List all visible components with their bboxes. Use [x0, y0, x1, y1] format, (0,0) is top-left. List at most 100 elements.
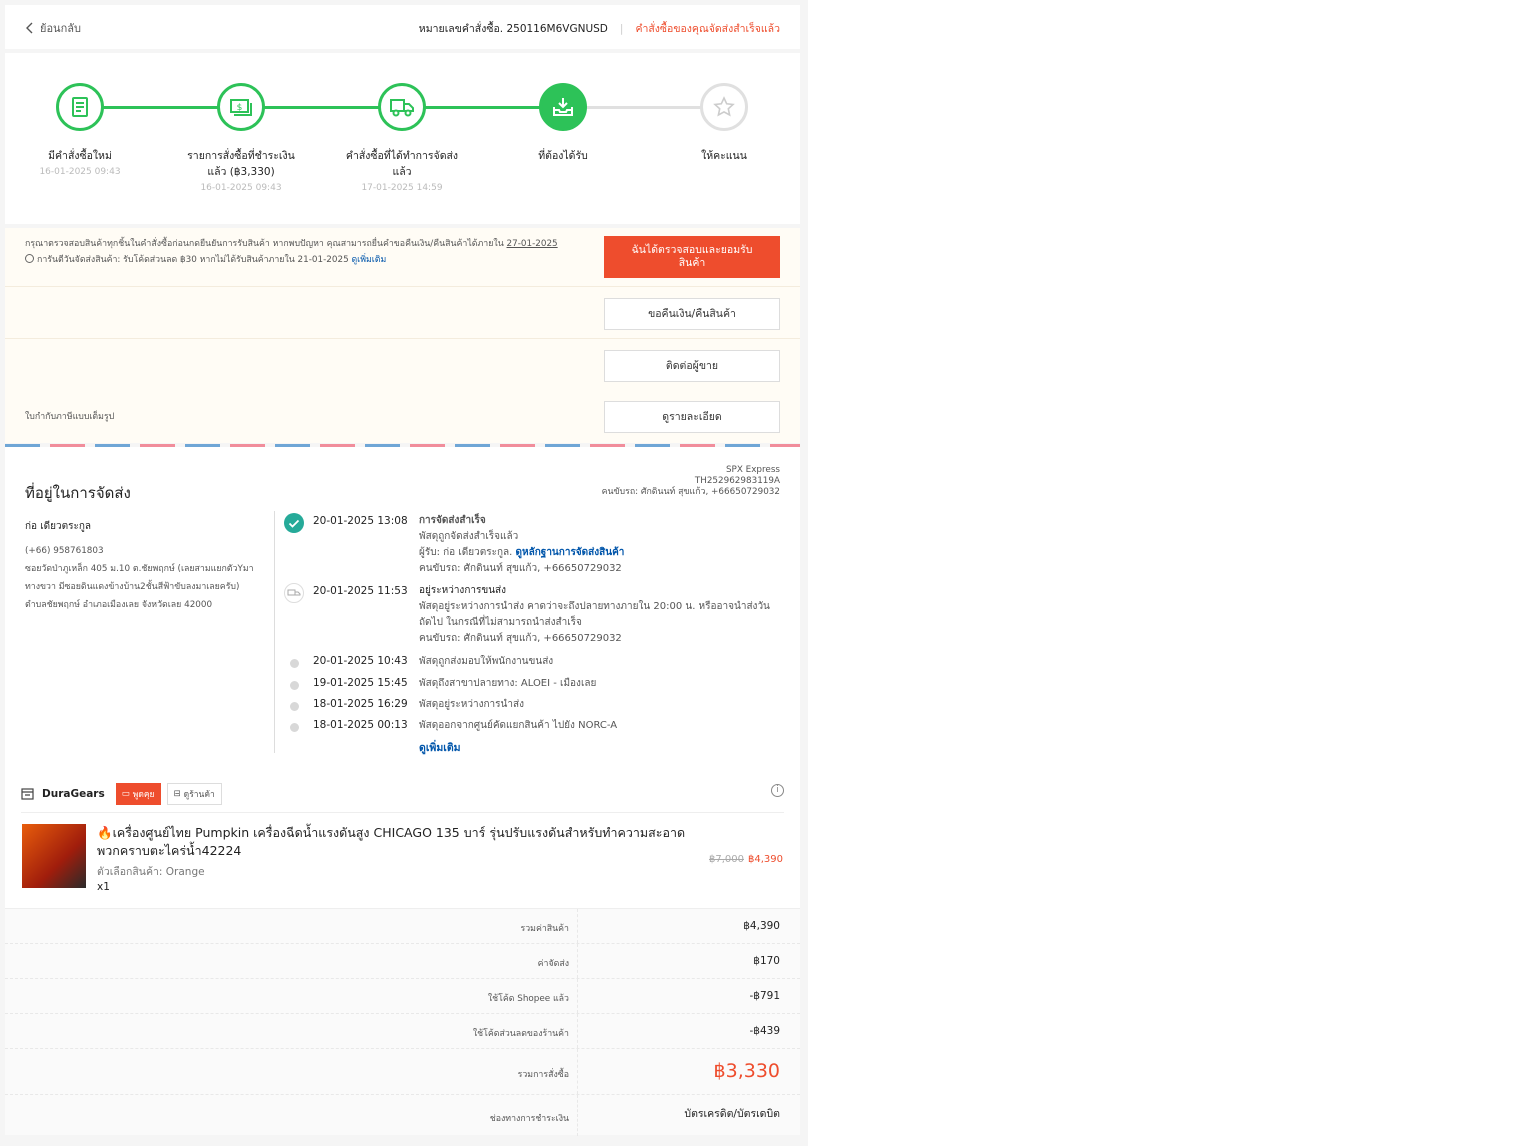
- step-order-placed: มีคำสั่งซื้อใหม่ 16-01-2025 09:43: [20, 83, 140, 180]
- shipping-title: ที่อยู่ในการจัดส่ง: [25, 484, 131, 502]
- event-time: 19-01-2025 15:45: [313, 677, 408, 689]
- chevron-left-icon: [26, 22, 33, 34]
- summary-value: ฿170: [753, 955, 780, 967]
- money-icon: $: [217, 83, 265, 131]
- delivery-guarantee-text: การันตีวันจัดส่งสินค้า: รับโค้ดส่วนลด ฿3…: [37, 255, 349, 265]
- order-status: คำสั่งซื้อของคุณจัดส่งสำเร็จแล้ว: [635, 23, 780, 35]
- shipping-section: ที่อยู่ในการจัดส่ง SPX Express TH2529629…: [5, 447, 800, 772]
- event-time: 20-01-2025 10:43: [313, 655, 408, 667]
- store-icon: [21, 788, 34, 800]
- step-label: ที่ต้องได้รับ: [538, 150, 588, 162]
- carrier-info: SPX Express TH252962983119A คนขับรถ: ศัก…: [602, 465, 780, 498]
- event-time: 20-01-2025 13:08: [313, 515, 408, 527]
- order-number: หมายเลขคำสั่งซื้อ. 250116M6VGNUSD: [418, 23, 608, 35]
- summary-row: รวมค่าสินค้า ฿4,390: [5, 909, 800, 944]
- timeline-dot: [290, 659, 299, 668]
- summary-row: ค่าจัดส่ง ฿170: [5, 944, 800, 979]
- tracking-number: TH252962983119A: [694, 476, 780, 486]
- separator: |: [619, 22, 624, 35]
- order-progress-stepper: มีคำสั่งซื้อใหม่ 16-01-2025 09:43 $ รายก…: [5, 53, 800, 224]
- timeline-dot: [290, 723, 299, 732]
- summary-label: ค่าจัดส่ง: [5, 944, 578, 978]
- recipient-text: ผู้รับ: ก่อ เดียวตระกูล.: [419, 547, 516, 558]
- event-title: อยู่ระหว่างการขนส่ง: [419, 585, 507, 596]
- summary-value: -฿791: [749, 990, 780, 1002]
- event-description: พัสดุอยู่ระหว่างการนำส่ง: [419, 699, 524, 710]
- sale-price: ฿4,390: [748, 854, 783, 865]
- summary-label: รวมการสั่งซื้อ: [5, 1049, 578, 1094]
- order-detail-page: ย้อนกลับ หมายเลขคำสั่งซื้อ. 250116M6VGNU…: [0, 0, 808, 1146]
- step-label: รายการสั่งซื้อที่ชำระเงินแล้ว (฿3,330): [187, 150, 295, 178]
- summary-row: ใช้โค้ดส่วนลดของร้านค้า -฿439: [5, 1014, 800, 1049]
- shop-name[interactable]: DuraGears: [42, 788, 105, 800]
- star-icon: [700, 83, 748, 131]
- see-more-tracking-link[interactable]: ดูเพิ่มเติม: [419, 739, 461, 756]
- recipient-name: ก่อ เดียวตระกูล: [25, 521, 92, 532]
- clock-icon: [25, 254, 34, 263]
- event-recipient: ผู้รับ: ก่อ เดียวตระกูล. ดูหลักฐานการจัด…: [419, 545, 779, 561]
- view-details-button[interactable]: ดูรายละเอียด: [604, 401, 780, 433]
- event-title: การจัดส่งสำเร็จ: [419, 515, 486, 526]
- event-driver: คนขับรถ: ศักดินนท์ สุขแก้ว, +66650729032: [419, 563, 622, 574]
- timeline-line: [274, 511, 275, 753]
- refund-deadline: 27-01-2025: [506, 239, 558, 249]
- refund-return-button[interactable]: ขอคืนเงิน/คืนสินค้า: [604, 298, 780, 330]
- summary-label: ใช้โค้ดส่วนลดของร้านค้า: [5, 1014, 578, 1048]
- chat-icon: ▭: [121, 789, 130, 799]
- chat-label: พูดคุย: [132, 790, 155, 800]
- order-summary: รวมค่าสินค้า ฿4,390 ค่าจัดส่ง ฿170 ใช้โค…: [5, 908, 800, 1136]
- order-items-section: DuraGears ▭ พูดคุย ⊟ ดูร้านค้า i 🔥เครื่องศ…: [5, 772, 800, 1136]
- step-time: 16-01-2025 09:43: [39, 167, 121, 177]
- event-line: พัสดุถูกจัดส่งสำเร็จแล้ว: [419, 531, 519, 542]
- shop-header: DuraGears ▭ พูดคุย ⊟ ดูร้านค้า: [21, 783, 222, 805]
- chat-button[interactable]: ▭ พูดคุย: [115, 783, 161, 805]
- summary-value: -฿439: [749, 1025, 780, 1037]
- order-header: ย้อนกลับ หมายเลขคำสั่งซื้อ. 250116M6VGNU…: [5, 5, 800, 49]
- summary-label: รวมค่าสินค้า: [5, 909, 578, 943]
- tax-invoice-label: ใบกำกับภาษีแบบเต็มรูป: [25, 412, 115, 422]
- truck-icon: [284, 583, 304, 603]
- product-price: ฿7,000 ฿4,390: [709, 854, 783, 865]
- summary-value: ฿4,390: [743, 920, 780, 932]
- summary-row: ใช้โค้ด Shopee แล้ว -฿791: [5, 979, 800, 1014]
- event-time: 18-01-2025 16:29: [313, 698, 408, 710]
- event-description: อยู่ระหว่างการขนส่ง พัสดุอยู่ระหว่างการน…: [419, 583, 779, 647]
- confirm-receipt-button[interactable]: ฉันได้ตรวจสอบและยอมรับสินค้า: [604, 236, 780, 278]
- event-description: พัสดุถึงสาขาปลายทาง: ALOEI - เมืองเลย: [419, 678, 597, 689]
- proof-of-delivery-link[interactable]: ดูหลักฐานการจัดส่งสินค้า: [516, 547, 625, 558]
- view-shop-label: ดูร้านค้า: [183, 790, 215, 800]
- summary-row: รวมการสั่งซื้อ ฿3,330: [5, 1049, 800, 1095]
- order-total: ฿3,330: [713, 1060, 780, 1082]
- recipient-phone: (+66) 958761803: [25, 546, 104, 556]
- action-panel: กรุณาตรวจสอบสินค้าทุกชิ้นในคำสั่งซื้อก่อ…: [5, 228, 800, 443]
- step-time: 17-01-2025 14:59: [361, 183, 443, 193]
- notice-text: กรุณาตรวจสอบสินค้าทุกชิ้นในคำสั่งซื้อก่อ…: [25, 239, 504, 249]
- product-quantity: x1: [97, 881, 110, 893]
- event-time: 20-01-2025 11:53: [313, 585, 408, 597]
- step-paid: $ รายการสั่งซื้อที่ชำระเงินแล้ว (฿3,330)…: [181, 83, 301, 196]
- original-price: ฿7,000: [709, 854, 744, 865]
- learn-more-link[interactable]: ดูเพิ่มเติม: [351, 255, 386, 265]
- store-icon: ⊟: [173, 789, 181, 799]
- summary-label: ใช้โค้ด Shopee แล้ว: [5, 979, 578, 1013]
- back-button[interactable]: ย้อนกลับ: [25, 19, 81, 37]
- recipient-address: (+66) 958761803 ซอยวัดป่าภูเหล็ก 405 ม.1…: [25, 542, 257, 614]
- inbox-download-icon: [539, 83, 587, 131]
- divider: [21, 812, 784, 813]
- step-time: 16-01-2025 09:43: [200, 183, 282, 193]
- driver-info: คนขับรถ: ศักดินนท์ สุขแก้ว, +66650729032: [601, 487, 780, 497]
- step-shipped: คำสั่งซื้อที่ได้ทำการจัดส่งแล้ว 17-01-20…: [342, 83, 462, 196]
- view-shop-button[interactable]: ⊟ ดูร้านค้า: [166, 783, 222, 805]
- info-icon[interactable]: i: [771, 784, 784, 797]
- step-label: ให้คะแนน: [701, 150, 747, 162]
- payment-method: บัตรเครดิต/บัตรเดบิต: [684, 1108, 780, 1120]
- product-name[interactable]: 🔥เครื่องศูนย์ไทย Pumpkin เครื่องฉีดน้ำแร…: [97, 824, 697, 860]
- receipt-icon: [56, 83, 104, 131]
- order-info: หมายเลขคำสั่งซื้อ. 250116M6VGNUSD | คำสั…: [419, 20, 780, 37]
- address-text: ซอยวัดป่าภูเหล็ก 405 ม.10 ต.ชัยพฤกษ์ (เล…: [25, 564, 254, 610]
- product-thumbnail[interactable]: [22, 824, 86, 888]
- inspection-notice: กรุณาตรวจสอบสินค้าทุกชิ้นในคำสั่งซื้อก่อ…: [25, 236, 585, 268]
- event-description: พัสดุถูกส่งมอบให้พนักงานขนส่ง: [419, 656, 554, 667]
- step-rate: ให้คะแนน: [664, 83, 784, 164]
- contact-seller-button[interactable]: ติดต่อผู้ขาย: [604, 350, 780, 382]
